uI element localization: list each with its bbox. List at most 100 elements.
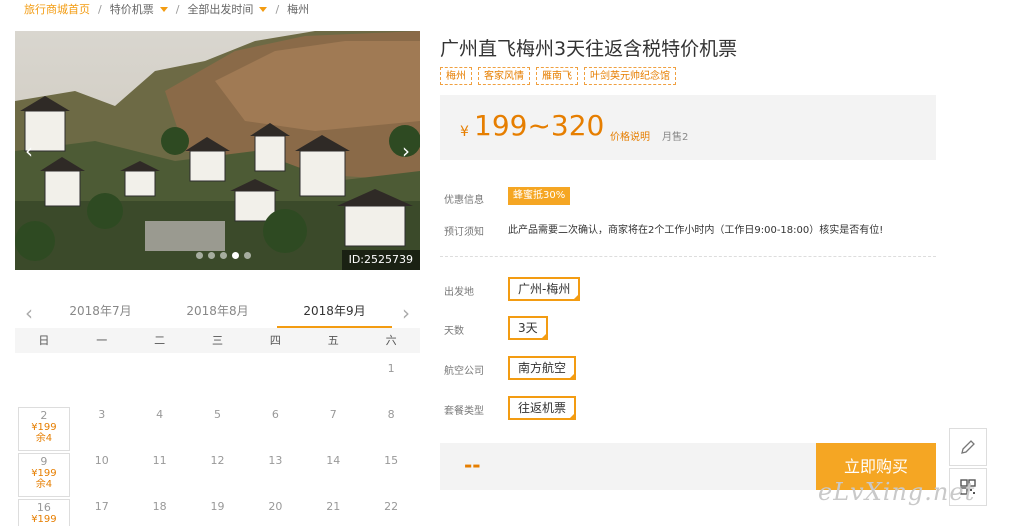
calendar-date: 14	[326, 454, 341, 467]
calendar-day: 4	[131, 401, 189, 447]
calendar-next-icon[interactable]: ›	[392, 301, 420, 325]
calendar-date: 9	[40, 455, 48, 468]
currency-symbol: ¥	[460, 124, 469, 140]
calendar-day: 1	[362, 355, 420, 401]
calendar-day-box: 14	[307, 453, 359, 497]
breadcrumb-category-label: 特价机票	[109, 3, 154, 16]
carousel-dot[interactable]	[244, 252, 251, 259]
calendar-price: ¥199	[31, 468, 57, 479]
chevron-down-icon	[259, 6, 268, 12]
weekday-header: 二	[154, 334, 166, 347]
watermark: eLvXing.net	[818, 478, 976, 506]
breadcrumb-destination: 梅州	[287, 3, 310, 16]
breadcrumb-separator: /	[175, 2, 180, 16]
calendar-day-box: 1	[365, 361, 417, 405]
calendar-grid: 1 2 ¥199 余4 3 4 5 6 7 8 9 ¥199 余4 10 11 12 13 14 15 16 ¥199 1…	[15, 355, 420, 526]
calendar-day-box: 15	[365, 453, 417, 497]
calendar-day-box: 13	[249, 453, 301, 497]
carousel-dot[interactable]	[208, 252, 215, 259]
calendar-date: 19	[210, 500, 225, 513]
product-tag[interactable]: 客家风情	[478, 67, 530, 85]
photo-carousel[interactable]: ‹ › ID:2525739	[15, 31, 420, 270]
calendar-day: 7	[304, 401, 362, 447]
weekday-header: 三	[212, 334, 223, 347]
calendar-remaining: 余4	[35, 433, 53, 444]
product-tag[interactable]: 梅州	[440, 67, 472, 85]
weekday-header: 五	[327, 334, 339, 347]
calendar-day-box	[134, 361, 186, 405]
calendar-day-available[interactable]: 16 ¥199	[15, 493, 73, 526]
calendar-day	[131, 355, 189, 401]
notice-label: 预订须知	[444, 227, 484, 238]
calendar-day-box	[192, 361, 244, 405]
calendar-date: 20	[268, 500, 283, 513]
calendar-day-available[interactable]: 2 ¥199 余4	[15, 401, 73, 451]
calendar-day: 8	[362, 401, 420, 447]
promo-label: 优惠信息	[444, 195, 484, 206]
calendar-date: 21	[326, 500, 341, 513]
calendar-day-box: 7	[307, 407, 359, 451]
price-explain-link[interactable]: 价格说明	[610, 128, 650, 143]
calendar-day: 12	[189, 447, 247, 493]
calendar-week-row: 16 ¥199 17 18 19 20 21 22	[15, 493, 420, 526]
pencil-icon	[961, 440, 975, 454]
carousel-dot[interactable]	[220, 252, 227, 259]
total-price: --	[464, 453, 481, 477]
calendar-weekdays: 日一二三四五六	[15, 328, 420, 353]
calendar-day-box[interactable]: 9 ¥199 余4	[17, 453, 70, 497]
breadcrumb-category[interactable]: 特价机票	[110, 1, 168, 17]
carousel-next-button[interactable]: ›	[396, 139, 416, 163]
calendar-week-row: 2 ¥199 余4 3 4 5 6 7 8	[15, 401, 420, 451]
breadcrumb: 旅行商城首页 / 特价机票 / 全部出发时间 / 梅州	[24, 0, 309, 18]
carousel-prev-button[interactable]: ‹	[19, 139, 39, 163]
calendar-day-box[interactable]: 16 ¥199	[17, 499, 70, 526]
image-id-label: ID:2525739	[341, 250, 420, 270]
breadcrumb-departure-label: 全部出发时间	[187, 3, 254, 16]
calendar-day: 5	[189, 401, 247, 447]
product-title: 广州直飞梅州3天往返含税特价机票	[440, 38, 738, 60]
calendar-date: 10	[94, 454, 109, 467]
package-option[interactable]: 往返机票	[508, 396, 577, 420]
calendar-date: 6	[271, 408, 279, 421]
edit-tool[interactable]	[949, 428, 987, 466]
calendar-date: 3	[98, 408, 106, 421]
calendar-day-box: 22	[365, 499, 417, 526]
calendar-date: 11	[152, 454, 167, 467]
calendar-day-box	[76, 361, 128, 405]
product-tag[interactable]: 雁南飞	[536, 67, 578, 85]
calendar-day-box	[249, 361, 301, 405]
calendar-day-available[interactable]: 9 ¥199 余4	[15, 447, 73, 497]
calendar-price: ¥199	[31, 422, 57, 433]
promo-badge: 蜂蜜抵30%	[508, 187, 571, 205]
calendar-date: 22	[384, 500, 399, 513]
calendar-date: 5	[214, 408, 221, 421]
calendar-prev-icon[interactable]: ‹	[15, 301, 43, 325]
product-page: 旅行商城首页 / 特价机票 / 全部出发时间 / 梅州 ‹ › ID:25257…	[0, 0, 1024, 526]
calendar-months: 2018年7月 2018年8月 2018年9月	[43, 298, 392, 328]
airline-option[interactable]: 南方航空	[508, 356, 577, 380]
airline-label: 航空公司	[444, 366, 484, 377]
days-label: 天数	[444, 326, 464, 337]
divider	[440, 256, 936, 257]
carousel-dot[interactable]	[196, 252, 203, 259]
calendar-date: 1	[387, 362, 395, 375]
calendar-date: 18	[152, 500, 167, 513]
weekday-header: 一	[96, 334, 108, 347]
calendar-date: 13	[268, 454, 283, 467]
carousel-dot[interactable]	[232, 252, 239, 259]
breadcrumb-departure[interactable]: 全部出发时间	[187, 1, 268, 17]
breadcrumb-home[interactable]: 旅行商城首页	[24, 1, 90, 17]
product-tag[interactable]: 叶剑英元帅纪念馆	[584, 67, 676, 85]
weekday-header: 日	[38, 334, 50, 347]
calendar-day: 19	[189, 493, 247, 526]
days-option[interactable]: 3天	[508, 316, 548, 340]
calendar-month-tab[interactable]: 2018年9月	[277, 298, 392, 328]
calendar-month-tab[interactable]: 2018年8月	[160, 298, 275, 328]
product-tags: 梅州 客家风情 雁南飞 叶剑英元帅纪念馆	[440, 67, 676, 85]
calendar-month-tab[interactable]: 2018年7月	[43, 298, 158, 328]
calendar-day: 15	[362, 447, 420, 493]
calendar-day-box: 18	[134, 499, 186, 526]
departure-option[interactable]: 广州-梅州	[508, 277, 581, 301]
monthly-sales: 月售2	[662, 132, 689, 143]
calendar-day-box[interactable]: 2 ¥199 余4	[17, 407, 70, 451]
